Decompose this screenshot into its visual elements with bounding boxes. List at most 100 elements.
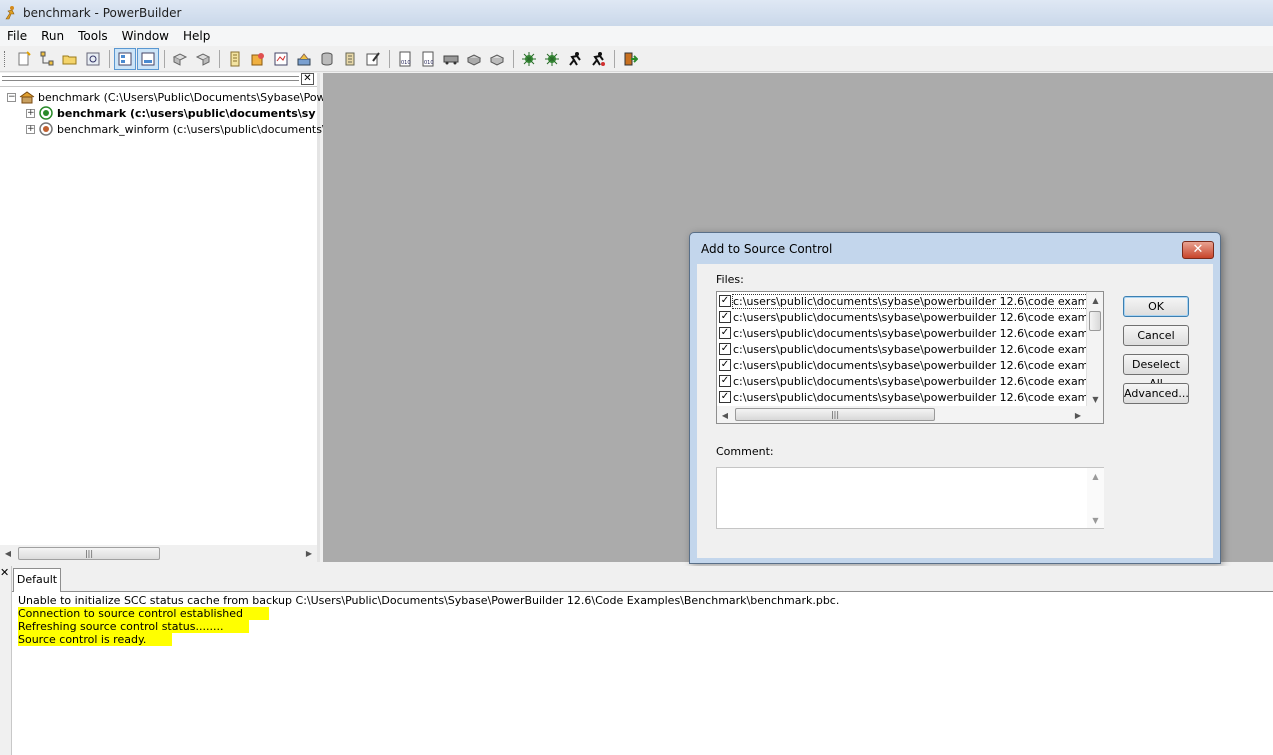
db-painter-icon[interactable] (339, 48, 361, 70)
preview-icon[interactable] (82, 48, 104, 70)
script-icon[interactable] (224, 48, 246, 70)
file-path: c:\users\public\documents\sybase\powerbu… (733, 374, 1104, 388)
file-path: c:\users\public\documents\sybase\powerbu… (733, 310, 1104, 324)
file-row[interactable]: ✓ c:\users\public\documents\sybase\power… (719, 325, 1103, 341)
file-checkbox[interactable]: ✓ (719, 295, 731, 307)
tree-item-workspace[interactable]: − benchmark (C:\Users\Public\Documents\S… (7, 89, 351, 105)
advanced-button[interactable]: Advanced... (1123, 383, 1189, 404)
dialog-title: Add to Source Control (701, 242, 833, 256)
toolbar-separator (219, 49, 220, 68)
run-select-icon[interactable] (587, 48, 609, 70)
exit-icon[interactable] (619, 48, 641, 70)
object-icon[interactable] (293, 48, 315, 70)
toolbar-grip[interactable] (4, 50, 7, 67)
output-line-highlighted: Source control is ready. (18, 633, 173, 646)
file-row[interactable]: ✓ c:\users\public\documents\sybase\power… (719, 293, 1103, 309)
binary-011-icon[interactable]: 010 (417, 48, 439, 70)
build-icon[interactable] (169, 48, 191, 70)
scroll-thumb[interactable]: ||| (18, 547, 160, 560)
debug-step-icon[interactable] (541, 48, 563, 70)
database-icon[interactable] (316, 48, 338, 70)
close-icon[interactable]: ✕ (0, 567, 9, 578)
tab-default[interactable]: Default (13, 568, 61, 592)
new-icon[interactable] (13, 48, 35, 70)
tree-item-benchmark-winform[interactable]: + benchmark_winform (c:\users\public\doc… (26, 121, 338, 137)
migrate-icon[interactable] (486, 48, 508, 70)
powerbuilder-app-icon[interactable] (2, 5, 18, 21)
inherit-icon[interactable] (36, 48, 58, 70)
edit-icon[interactable] (362, 48, 384, 70)
toolbar-separator (389, 49, 390, 68)
collapse-icon[interactable]: − (7, 92, 16, 102)
scroll-thumb[interactable]: ||| (735, 408, 935, 421)
file-row[interactable]: ✓ c:\users\public\documents\sybase\power… (719, 341, 1103, 357)
comment-textarea[interactable] (716, 467, 1104, 529)
panel-grip[interactable] (2, 76, 299, 81)
winform-target-icon (38, 121, 54, 137)
output-line: Unable to initialize SCC status cache fr… (18, 594, 840, 607)
dialog-close-button[interactable]: ✕ (1182, 241, 1214, 259)
title-bar: benchmark - PowerBuilder (0, 0, 1273, 26)
open-icon[interactable] (59, 48, 81, 70)
file-checkbox[interactable]: ✓ (719, 311, 731, 323)
scroll-up-icon[interactable]: ▲ (1087, 292, 1103, 308)
file-checkbox[interactable]: ✓ (719, 375, 731, 387)
menu-help[interactable]: Help (176, 29, 217, 43)
output-panel: ✕ Default Unable to initialize SCC statu… (0, 566, 1273, 755)
close-icon[interactable]: ✕ (301, 73, 314, 85)
files-list[interactable]: ✓ c:\users\public\documents\sybase\power… (716, 291, 1104, 424)
binary-010-icon[interactable]: 010 (394, 48, 416, 70)
file-row[interactable]: ✓ c:\users\public\documents\sybase\power… (719, 373, 1104, 389)
toolbar-separator (109, 49, 110, 68)
menu-window[interactable]: Window (115, 29, 176, 43)
file-row[interactable]: ✓ c:\users\public\documents\sybase\power… (719, 389, 1103, 405)
file-checkbox[interactable]: ✓ (719, 391, 731, 403)
files-horizontal-scrollbar[interactable]: ◀ ||| ▶ (717, 406, 1103, 423)
deploy-icon[interactable] (192, 48, 214, 70)
file-row[interactable]: ✓ c:\users\public\documents\sybase\power… (719, 357, 1103, 373)
browser-icon[interactable] (270, 48, 292, 70)
system-tree-icon[interactable] (114, 47, 136, 70)
scroll-right-icon[interactable]: ▶ (1070, 407, 1086, 423)
menu-run[interactable]: Run (34, 29, 71, 43)
deselect-all-button[interactable]: Deselect All (1123, 354, 1189, 390)
menu-file[interactable]: File (0, 29, 34, 43)
scroll-left-icon[interactable]: ◀ (0, 546, 16, 562)
menu-bar: File Run Tools Window Help (0, 26, 1273, 46)
file-row[interactable]: ✓ c:\users\public\documents\sybase\power… (719, 309, 1104, 325)
tree-panel-header[interactable]: ✕ (0, 73, 317, 87)
expand-icon[interactable]: + (26, 108, 35, 118)
expand-icon[interactable]: + (26, 124, 35, 134)
run-bus-icon[interactable] (440, 48, 462, 70)
menu-tools[interactable]: Tools (71, 29, 115, 43)
output-line-highlighted: Connection to source control established (18, 607, 270, 620)
run-icon[interactable] (564, 48, 586, 70)
file-checkbox[interactable]: ✓ (719, 327, 731, 339)
toolbar-separator (164, 49, 165, 68)
library-icon[interactable] (247, 48, 269, 70)
scroll-up-icon[interactable]: ▲ (1087, 468, 1104, 484)
scroll-left-icon[interactable]: ◀ (717, 407, 733, 423)
output-icon[interactable] (137, 47, 159, 70)
deploy-target-icon[interactable] (463, 48, 485, 70)
debug-icon[interactable] (518, 48, 540, 70)
cancel-button[interactable]: Cancel (1123, 325, 1189, 346)
svg-text:010: 010 (401, 60, 411, 66)
svg-text:010: 010 (424, 60, 434, 66)
scroll-down-icon[interactable]: ▼ (1087, 391, 1103, 407)
scroll-down-icon[interactable]: ▼ (1087, 512, 1104, 528)
add-to-source-control-dialog: Add to Source Control ✕ Files: ✓ c:\user… (689, 232, 1221, 564)
files-label: Files: (716, 273, 744, 286)
files-vertical-scrollbar[interactable]: ▲ ▼ (1086, 292, 1103, 407)
tree-horizontal-scrollbar[interactable]: ◀ ||| ▶ (0, 545, 317, 562)
main-toolbar: 010 010 (0, 46, 1273, 72)
file-checkbox[interactable]: ✓ (719, 359, 731, 371)
toolbar-separator (513, 49, 514, 68)
tree-item-label: benchmark_winform (c:\users\public\docum… (57, 122, 338, 136)
scroll-right-icon[interactable]: ▶ (301, 546, 317, 562)
scroll-thumb[interactable] (1089, 311, 1101, 331)
comment-vertical-scrollbar[interactable]: ▲ ▼ (1087, 468, 1104, 528)
file-checkbox[interactable]: ✓ (719, 343, 731, 355)
ok-button[interactable]: OK (1123, 296, 1189, 317)
tree-item-benchmark-target[interactable]: + benchmark (c:\users\public\documents\s… (26, 105, 316, 121)
